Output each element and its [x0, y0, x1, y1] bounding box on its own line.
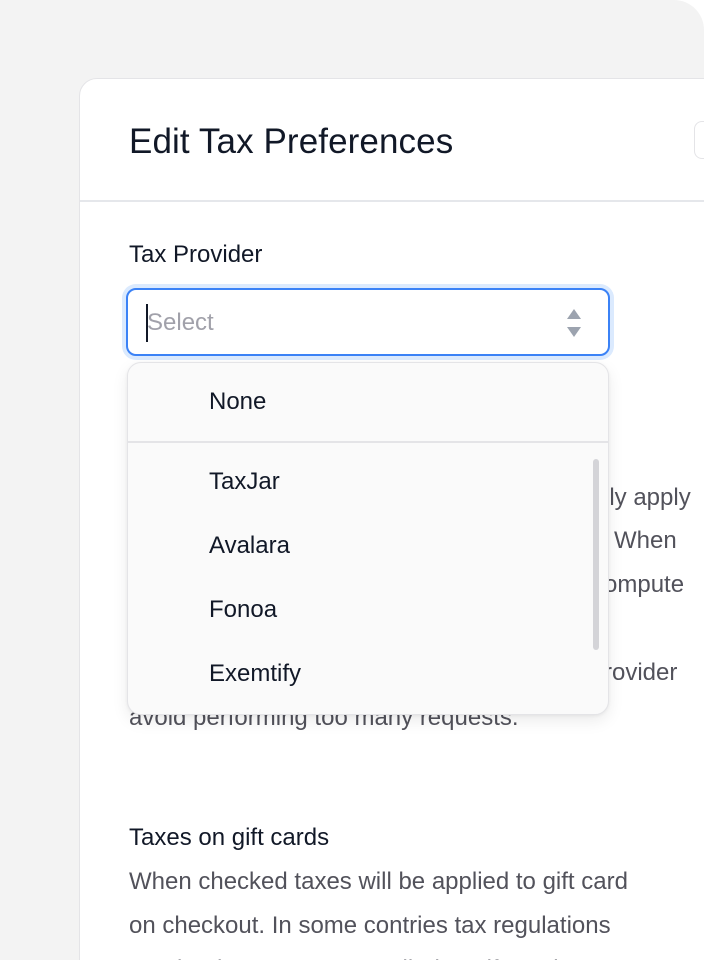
dropdown-divider: [128, 441, 608, 443]
page-background: Edit Tax Preferences Tax Provider Select…: [0, 0, 704, 960]
modal-header: Edit Tax Preferences: [80, 79, 704, 202]
header-action-button[interactable]: [694, 121, 704, 159]
tax-provider-label: Tax Provider: [129, 241, 263, 268]
dropdown-scrollbar[interactable]: [593, 459, 599, 650]
option-label: None: [209, 388, 267, 415]
gift-cards-description-line-1: When checked taxes will be applied to gi…: [129, 868, 628, 895]
modal-title: Edit Tax Preferences: [129, 122, 454, 161]
provider-description-line-2: When: [614, 527, 677, 554]
option-label: Exemtify: [209, 660, 302, 687]
tax-provider-select[interactable]: Select: [126, 288, 610, 356]
option-fonoa[interactable]: Fonoa: [128, 583, 608, 639]
gift-cards-title: Taxes on gift cards: [129, 824, 330, 851]
gift-cards-description-line-3: require that taxes are applied to gift c…: [129, 948, 604, 960]
option-taxjar[interactable]: TaxJar: [128, 455, 608, 511]
gift-cards-description-line-2: on checkout. In some contries tax regula…: [129, 912, 611, 939]
option-exemtify[interactable]: Exemtify: [128, 647, 608, 703]
provider-description-line-1: lly apply: [604, 484, 691, 511]
tax-provider-placeholder: Select: [147, 309, 214, 336]
tax-provider-dropdown: None TaxJar Avalara Fonoa Exemtify: [127, 362, 609, 715]
provider-description-line-3: ompute: [604, 571, 685, 598]
option-avalara[interactable]: Avalara: [128, 519, 608, 575]
option-none[interactable]: None: [128, 375, 608, 431]
updown-chevron-icon: [567, 309, 581, 337]
option-label: Avalara: [209, 532, 290, 559]
option-label: Fonoa: [209, 596, 278, 623]
provider-description-line-4: rovider: [604, 659, 678, 686]
option-label: TaxJar: [209, 468, 280, 495]
